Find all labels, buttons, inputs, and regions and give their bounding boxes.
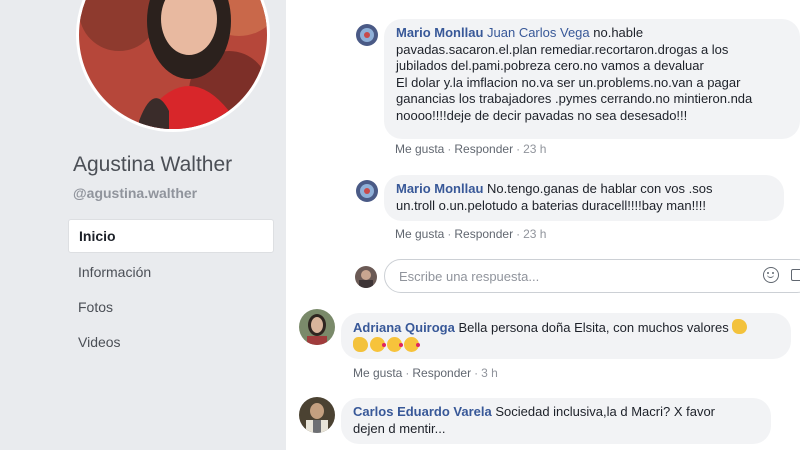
profile-sidebar: Agustina Walther @agustina.walther Inici… xyxy=(0,0,286,450)
comment-author[interactable]: Mario Monllau xyxy=(396,181,483,196)
comment-bubble: Adriana Quiroga Bella persona doña Elsit… xyxy=(341,313,791,359)
like-link[interactable]: Me gusta xyxy=(353,366,402,380)
reply-placeholder: Escribe una respuesta... xyxy=(399,269,540,284)
avatar-image xyxy=(299,397,335,433)
profile-nav: Inicio Información Fotos Videos xyxy=(68,219,274,361)
comment-text-line: dejen d mentir... xyxy=(353,420,446,436)
avatar-image xyxy=(299,309,335,345)
commenter-avatar[interactable] xyxy=(356,180,378,202)
comment-author[interactable]: Carlos Eduardo Varela xyxy=(353,404,492,419)
nav-item-videos[interactable]: Videos xyxy=(68,326,274,358)
comment-text-line: jubilados del.pami.pobreza cero.no vamos… xyxy=(396,58,704,73)
comment-time[interactable]: 3 h xyxy=(481,366,498,380)
comment-text-line: no.hable xyxy=(589,25,644,40)
comment-author[interactable]: Mario Monllau xyxy=(396,25,483,40)
comment-time[interactable]: 23 h xyxy=(523,142,546,156)
comment-text-line: noooo!!!!deje de decir pavadas no sea de… xyxy=(396,107,688,123)
like-link[interactable]: Me gusta xyxy=(395,227,444,241)
comment-bubble: Carlos Eduardo Varela Sociedad inclusiva… xyxy=(341,398,771,444)
profile-picture[interactable] xyxy=(76,0,270,132)
profile-photo-image xyxy=(79,0,267,129)
reply-link[interactable]: Responder xyxy=(412,366,471,380)
nav-item-informacion[interactable]: Información xyxy=(68,256,274,288)
commenter-avatar[interactable] xyxy=(299,397,335,433)
profile-name[interactable]: Agustina Walther xyxy=(73,153,232,177)
reply-input[interactable]: Escribe una respuesta... xyxy=(384,259,800,293)
smile-icon[interactable] xyxy=(763,267,779,283)
comment-actions: Me gusta · Responder · 23 h xyxy=(395,227,547,241)
commenter-avatar[interactable] xyxy=(356,24,378,46)
reply-link[interactable]: Responder xyxy=(454,142,513,156)
comment-text-line: Bella persona doña Elsita, con muchos va… xyxy=(454,320,729,335)
comment-text-line: Sociedad inclusiva,la d Macri? X favor xyxy=(491,404,716,419)
comment-bubble: Mario Monllau No.tengo.ganas de hablar c… xyxy=(384,175,784,221)
clapping-hands-icon xyxy=(353,336,368,352)
kissing-face-icon xyxy=(387,336,403,352)
current-user-avatar xyxy=(355,266,377,288)
comment-author[interactable]: Adriana Quiroga xyxy=(353,320,455,335)
nav-item-fotos[interactable]: Fotos xyxy=(68,291,274,323)
like-link[interactable]: Me gusta xyxy=(395,142,444,156)
comment-time[interactable]: 23 h xyxy=(523,227,546,241)
avatar-image xyxy=(355,266,377,288)
kissing-face-icon xyxy=(404,336,420,352)
nav-item-inicio[interactable]: Inicio xyxy=(68,219,274,253)
commenter-avatar[interactable] xyxy=(299,309,335,345)
comment-text-line: pavadas.sacaron.el.plan remediar.recorta… xyxy=(396,41,729,57)
kissing-face-icon xyxy=(370,336,386,352)
comment-actions: Me gusta · Responder · 3 h xyxy=(353,366,498,380)
clapping-hands-icon xyxy=(732,319,748,334)
avatar-image xyxy=(356,180,378,202)
comment-bubble: Mario Monllau Juan Carlos Vega no.hable … xyxy=(384,19,800,139)
comment-text-line: un.troll o.un.pelotudo a baterias durace… xyxy=(396,197,707,213)
profile-handle: @agustina.walther xyxy=(73,185,198,201)
comment-text-line: No.tengo.ganas de hablar con vos .sos xyxy=(483,181,713,196)
camera-icon[interactable] xyxy=(791,269,800,281)
comment-mention[interactable]: Juan Carlos Vega xyxy=(487,25,590,40)
comment-actions: Me gusta · Responder · 23 h xyxy=(395,142,547,156)
avatar-image xyxy=(356,24,378,46)
reply-link[interactable]: Responder xyxy=(454,227,513,241)
comment-text-line: ganancias los trabajadores .pymes cerran… xyxy=(396,91,753,106)
comment-text-line: El dolar y.la imflacion no.va ser un.pro… xyxy=(396,74,741,90)
